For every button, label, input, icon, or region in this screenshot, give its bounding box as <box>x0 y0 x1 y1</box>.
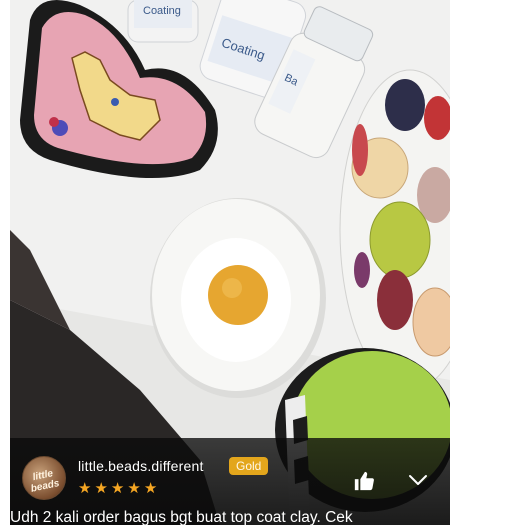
review-text: Udh 2 kali order bagus bgt buat top coat… <box>10 509 353 526</box>
star-icon: ★ <box>94 480 108 497</box>
star-icon: ★ <box>78 480 92 497</box>
expand-button[interactable] <box>408 472 428 488</box>
user-avatar[interactable]: little beads <box>22 456 66 500</box>
review-media-viewer: Coating Coating Ba little beads little.b… <box>10 0 450 525</box>
reviewer-username[interactable]: little.beads.different <box>78 458 204 474</box>
like-button[interactable] <box>353 470 375 492</box>
rating-stars: ★ ★ ★ ★ ★ <box>78 481 157 497</box>
gold-member-badge: Gold <box>229 457 269 475</box>
avatar-logo-text: little beads <box>29 468 61 495</box>
star-icon: ★ <box>110 480 125 497</box>
thumbs-up-icon <box>354 471 374 491</box>
star-icon: ★ <box>127 480 141 497</box>
star-icon: ★ <box>143 480 158 497</box>
chevron-down-icon <box>409 475 427 485</box>
bottle-label-1: Coating <box>143 5 181 17</box>
